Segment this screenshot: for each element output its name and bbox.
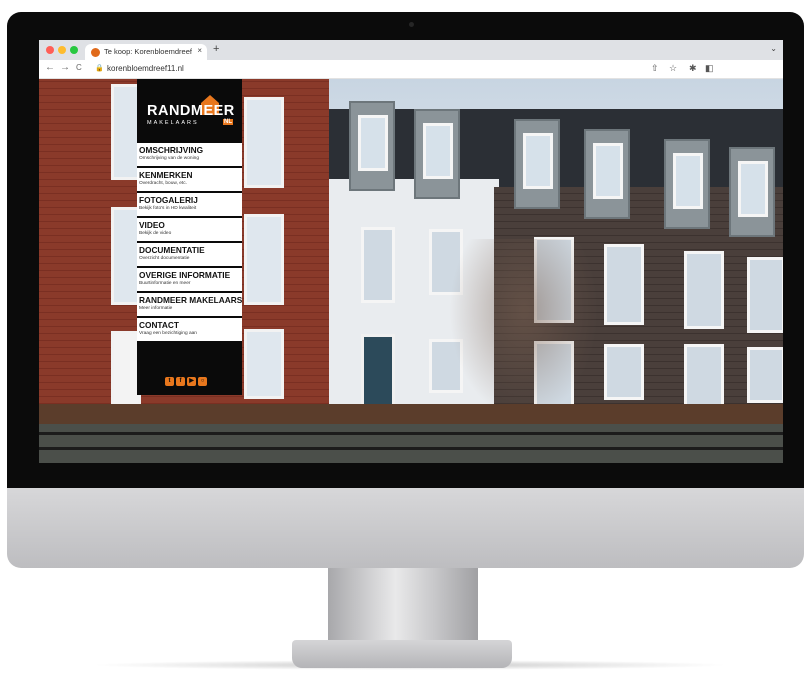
window [361, 227, 395, 303]
menu-item-subtitle: Meer informatie [139, 306, 173, 311]
tab-bar: Te koop: Korenbloemdreef 11, × + ⌄ [39, 40, 783, 60]
menu-item-kenmerken[interactable]: KENMERKEN Overdracht, bouw, etc. [137, 168, 242, 191]
instagram-icon[interactable]: ○ [198, 377, 207, 386]
menu-item-subtitle: Bekijk foto's in HD kwaliteit [139, 206, 197, 211]
dormer [729, 147, 775, 237]
reload-button[interactable]: C [76, 63, 82, 72]
menu-item-overige-informatie[interactable]: OVERIGE INFORMATIE Buurtinformatie en me… [137, 268, 242, 291]
twitter-icon[interactable]: t [165, 377, 174, 386]
dormer [349, 101, 395, 191]
facebook-icon[interactable]: f [176, 377, 185, 386]
tab-close-icon[interactable]: × [197, 46, 202, 55]
social-links: t f ▶ ○ [165, 377, 209, 387]
menu-item-subtitle: Overzicht documentatie [139, 256, 190, 261]
maximize-window-button[interactable] [70, 46, 78, 54]
back-button[interactable]: ← [45, 62, 55, 73]
menu-item-subtitle: Omschrijving van de woning [139, 156, 199, 161]
logo[interactable]: RANDMEER MAKELAARS NL [137, 79, 242, 141]
menu-item-title: FOTOGALERIJ [139, 195, 198, 205]
menu-item-title: RANDMEER MAKELAARS [139, 295, 242, 305]
window [747, 257, 783, 333]
menu-item-omschrijving[interactable]: OMSCHRIJVING Omschrijving van de woning [137, 143, 242, 166]
window [244, 329, 284, 399]
monitor-stand-foot [292, 640, 512, 668]
page-viewport: RANDMEER MAKELAARS NL OMSCHRIJVING Omsch… [39, 79, 783, 463]
main-menu: OMSCHRIJVING Omschrijving van de woning … [137, 143, 242, 343]
monitor-chin [7, 488, 804, 568]
menu-item-title: VIDEO [139, 220, 165, 230]
tab-title: Te koop: Korenbloemdreef 11, [104, 47, 192, 56]
dormer [584, 129, 630, 219]
window [244, 214, 284, 305]
sidepanel-icon[interactable]: ◧ [705, 63, 714, 74]
menu-item-documentatie[interactable]: DOCUMENTATIE Overzicht documentatie [137, 243, 242, 266]
extensions-icon[interactable]: ✱ [689, 63, 697, 74]
menu-item-contact[interactable]: CONTACT Vraag een bezichtiging aan [137, 318, 242, 341]
menu-item-subtitle: Vraag een bezichtiging aan [139, 331, 197, 336]
close-window-button[interactable] [46, 46, 54, 54]
forward-button[interactable]: → [60, 62, 70, 73]
navigation-panel: RANDMEER MAKELAARS NL OMSCHRIJVING Omsch… [137, 79, 242, 395]
new-tab-button[interactable]: + [213, 43, 219, 55]
lock-icon[interactable]: 🔒 [95, 64, 104, 72]
logo-nl: NL [223, 119, 233, 125]
tree [449, 239, 599, 419]
star-icon[interactable]: ☆ [669, 63, 677, 74]
minimize-window-button[interactable] [58, 46, 66, 54]
window [244, 97, 284, 188]
menu-item-video[interactable]: VIDEO Bekijk de video [137, 218, 242, 241]
share-icon[interactable]: ⇧ [651, 63, 659, 74]
dormer [514, 119, 560, 209]
window [604, 244, 644, 325]
tab-active[interactable]: Te koop: Korenbloemdreef 11, × [85, 44, 207, 60]
fence [39, 429, 783, 463]
menu-item-subtitle: Overdracht, bouw, etc. [139, 181, 187, 186]
youtube-icon[interactable]: ▶ [187, 377, 196, 386]
favicon-icon [91, 48, 100, 57]
address-toolbar: ← → C 🔒 korenbloemdreef11.nl ⇧ ☆ ✱ ◧ [39, 60, 783, 79]
menu-item-title: OMSCHRIJVING [139, 145, 204, 155]
webcam [409, 22, 414, 27]
menu-item-randmeer-makelaars[interactable]: RANDMEER MAKELAARS Meer informatie [137, 293, 242, 316]
monitor-stand-neck [328, 568, 478, 646]
menu-item-title: CONTACT [139, 320, 179, 330]
window [604, 344, 644, 400]
window [747, 347, 783, 403]
logo-subtitle: MAKELAARS [147, 120, 199, 126]
menu-item-title: OVERIGE INFORMATIE [139, 270, 231, 280]
logo-wordmark: RANDMEER [147, 103, 235, 119]
dormer [664, 139, 710, 229]
menu-item-subtitle: Buurtinformatie en meer [139, 281, 191, 286]
dormer [414, 109, 460, 199]
window [684, 251, 724, 329]
address-bar[interactable]: korenbloemdreef11.nl [107, 64, 184, 73]
browser-window: Te koop: Korenbloemdreef 11, × + ⌄ ← → C… [39, 40, 783, 463]
menu-item-fotogalerij[interactable]: FOTOGALERIJ Bekijk foto's in HD kwalitei… [137, 193, 242, 216]
menu-item-title: DOCUMENTATIE [139, 245, 205, 255]
menu-item-title: KENMERKEN [139, 170, 193, 180]
tab-search-icon[interactable]: ⌄ [770, 44, 777, 53]
menu-item-subtitle: Bekijk de video [139, 231, 172, 236]
